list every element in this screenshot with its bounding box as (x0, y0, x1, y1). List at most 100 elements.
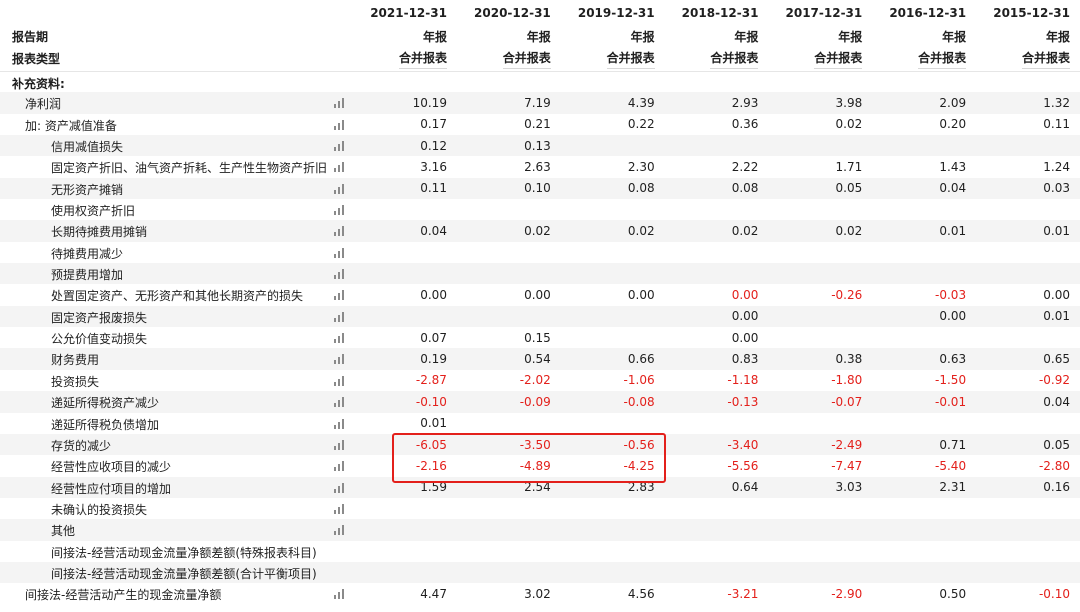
bar-chart-icon[interactable] (334, 226, 345, 237)
value-cell: -2.16 (353, 455, 457, 477)
column-date[interactable]: 2018-12-31 (665, 0, 769, 26)
value-cell (976, 497, 1080, 520)
value-cell: 1.43 (872, 156, 977, 178)
row-label: 使用权资产折旧 (51, 204, 136, 219)
column-type: 合并报表 (353, 47, 457, 72)
value-cell: 2.54 (456, 476, 561, 498)
value-cell: 7.19 (456, 92, 561, 114)
value-cell (456, 263, 561, 285)
column-date[interactable]: 2020-12-31 (457, 0, 561, 26)
value-cell (976, 199, 1080, 221)
bar-chart-icon[interactable] (334, 482, 345, 493)
table-row: 间接法-经营活动产生的现金流量净额 4.47 3.02 4.56 -3.21 -2.90 0… (0, 583, 1080, 605)
row-label-cell: 其他 (0, 519, 354, 541)
value-cell: 0.00 (560, 284, 665, 306)
table-row: 递延所得税负债增加 0.01 (0, 412, 1080, 434)
column-date[interactable]: 2021-12-31 (353, 0, 457, 26)
bar-chart-icon[interactable] (334, 439, 345, 450)
row-label-cell: 待摊费用减少 (0, 241, 354, 264)
bar-chart-icon[interactable] (334, 418, 345, 429)
value-cell: 0.01 (353, 412, 457, 434)
value-cell (768, 497, 873, 520)
value-cell (560, 199, 665, 221)
value-cell: -0.03 (872, 284, 977, 306)
value-cell: 0.19 (353, 348, 457, 370)
table-row: 经营性应收项目的减少 -2.16 -4.89 -4.25 -5.56 -7.47 -5.40… (0, 455, 1080, 477)
table-row: 待摊费用减少 (0, 241, 1080, 264)
bar-chart-icon[interactable] (334, 354, 345, 365)
bar-chart-icon[interactable] (334, 290, 345, 301)
column-date[interactable]: 2016-12-31 (872, 0, 976, 26)
bar-chart-icon[interactable] (334, 375, 345, 386)
column-type: 合并报表 (560, 47, 665, 72)
value-cell: -1.80 (768, 369, 873, 392)
value-cell (872, 412, 977, 434)
column-date[interactable]: 2017-12-31 (768, 0, 872, 26)
value-cell (456, 561, 561, 584)
value-cell (976, 561, 1080, 584)
value-cell: -7.47 (768, 455, 873, 477)
value-cell: 0.22 (560, 113, 665, 136)
row-label: 补充资料: (12, 76, 65, 91)
bar-chart-icon[interactable] (334, 397, 345, 408)
bar-chart-icon[interactable] (334, 119, 345, 130)
value-cell: -1.06 (560, 369, 665, 392)
value-cell: 0.15 (456, 327, 561, 349)
value-cell: -0.92 (976, 369, 1080, 392)
value-cell: 0.10 (456, 177, 561, 200)
bar-chart-icon[interactable] (334, 525, 345, 536)
value-cell (560, 519, 665, 541)
value-cell (664, 263, 769, 285)
value-cell: 0.00 (353, 284, 457, 306)
bar-chart-icon[interactable] (334, 162, 345, 173)
value-cell (560, 71, 665, 93)
value-cell: 0.38 (768, 348, 873, 370)
value-cell (768, 71, 873, 93)
bar-chart-icon[interactable] (334, 589, 345, 600)
value-cell: 0.11 (976, 113, 1080, 136)
value-cell: -2.90 (768, 583, 873, 605)
value-cell (353, 305, 457, 328)
table-row: 长期待摊费用摊销 0.04 0.02 0.02 0.02 0.02 0.01 0.01 (0, 220, 1080, 242)
bar-chart-icon[interactable] (334, 205, 345, 216)
value-cell (768, 412, 873, 434)
row-label: 无形资产摊销 (51, 182, 124, 197)
bar-chart-icon[interactable] (334, 247, 345, 258)
header-corner (0, 0, 353, 26)
value-cell (872, 561, 977, 584)
value-cell: 0.36 (664, 113, 769, 136)
table-row: 递延所得税资产减少 -0.10 -0.09 -0.08 -0.13 -0.07 -0.01 0… (0, 391, 1080, 413)
column-type: 合并报表 (768, 47, 873, 72)
table-row: 固定资产报废损失 0.00 0.00 0.01 (0, 305, 1080, 328)
value-cell: 0.13 (456, 135, 561, 157)
bar-chart-icon[interactable] (334, 333, 345, 344)
column-type: 合并报表 (976, 47, 1080, 72)
column-date[interactable]: 2015-12-31 (976, 0, 1080, 26)
value-cell: 3.03 (768, 476, 873, 498)
value-cell: -2.02 (456, 369, 561, 392)
column-period: 年报 (1045, 30, 1070, 44)
bar-chart-icon[interactable] (334, 269, 345, 280)
bar-chart-icon[interactable] (334, 461, 345, 472)
value-cell (456, 199, 561, 221)
value-cell: 0.65 (976, 348, 1080, 370)
value-cell (664, 519, 769, 541)
column-period: 年报 (942, 30, 967, 44)
bar-chart-icon[interactable] (334, 311, 345, 322)
value-cell (768, 540, 873, 562)
value-cell (976, 263, 1080, 285)
bar-chart-icon[interactable] (334, 141, 345, 152)
header-period-row: 报告期 年报 年报 年报 年报 年报 年报 年报 (0, 26, 1080, 47)
bar-chart-icon[interactable] (334, 98, 345, 109)
table-row: 间接法-经营活动现金流量净额差额(合计平衡项目) (0, 561, 1080, 584)
value-cell: 0.00 (664, 305, 769, 328)
table-row: 使用权资产折旧 (0, 199, 1080, 221)
value-cell (353, 497, 457, 520)
value-cell: 0.20 (872, 113, 977, 136)
column-date[interactable]: 2019-12-31 (561, 0, 665, 26)
bar-chart-icon[interactable] (334, 503, 345, 514)
value-cell (560, 135, 665, 157)
value-cell: 0.00 (456, 284, 561, 306)
bar-chart-icon[interactable] (334, 183, 345, 194)
value-cell: -3.40 (664, 433, 769, 456)
